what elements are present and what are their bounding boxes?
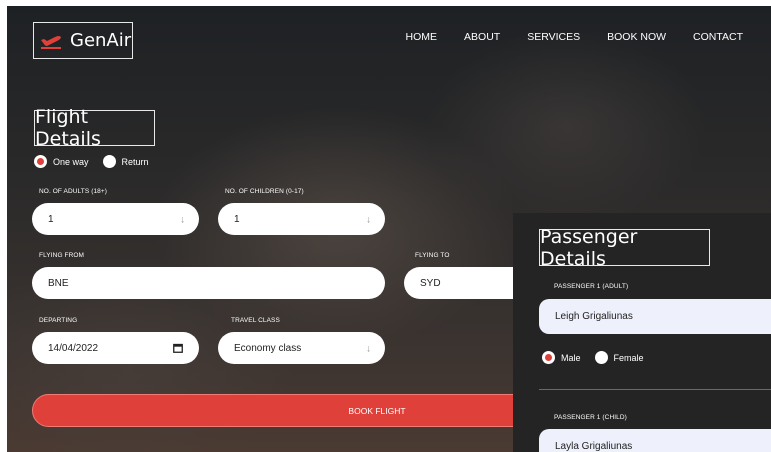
adults-label: NO. OF ADULTS (18+) (39, 188, 108, 195)
travel-class-value: Economy class (234, 342, 302, 354)
female-radio[interactable] (594, 351, 608, 364)
flight-details-title: Flight Details (34, 106, 155, 150)
calendar-icon[interactable] (173, 343, 183, 353)
nav-book-now[interactable]: BOOK NOW (607, 31, 666, 43)
male-radio[interactable] (542, 351, 555, 364)
nav-about[interactable]: ABOUT (464, 31, 500, 43)
trip-type-group: One way Return (34, 155, 163, 168)
travel-class-select[interactable]: Economy class ↓ (218, 332, 385, 364)
flying-from-value: BNE (48, 277, 69, 289)
one-way-label: One way (53, 156, 89, 167)
flying-to-label: FLYING TO (415, 252, 450, 259)
flying-from-input[interactable]: BNE (32, 267, 385, 299)
adults-select[interactable]: 1 ↓ (32, 203, 199, 235)
arrow-down-icon: ↓ (366, 343, 371, 355)
departing-date-input[interactable]: 14/04/2022 (32, 332, 199, 364)
adults-value: 1 (48, 213, 54, 225)
book-flight-label: BOOK FLIGHT (348, 405, 406, 416)
arrow-down-icon: ↓ (366, 214, 371, 226)
one-way-radio[interactable] (34, 155, 47, 168)
children-label: NO. OF CHILDREN (0-17) (225, 188, 304, 195)
passenger-adult-label: PASSENGER 1 (ADULT) (554, 283, 629, 290)
passenger-child-label: PASSENGER 1 (CHILD) (554, 414, 627, 421)
children-select[interactable]: 1 ↓ (218, 203, 385, 235)
passenger-child-input[interactable]: Layla Grigaliunas (539, 429, 771, 452)
brand-name: GenAir (70, 30, 132, 51)
departing-value: 14/04/2022 (48, 342, 99, 354)
airplane-takeoff-icon (41, 35, 61, 49)
hero-background: GenAir HOME ABOUT SERVICES BOOK NOW CONT… (7, 6, 771, 452)
travel-class-label: TRAVEL CLASS (231, 317, 280, 324)
flying-to-input[interactable]: SYD (404, 267, 524, 299)
male-label: Male (561, 352, 581, 363)
nav-home[interactable]: HOME (406, 31, 438, 43)
main-nav: HOME ABOUT SERVICES BOOK NOW CONTACT (406, 31, 743, 43)
passenger-details-title: Passenger Details (539, 226, 710, 270)
return-label: Return (121, 156, 149, 167)
return-radio[interactable] (102, 155, 116, 168)
passenger-child-value: Layla Grigaliunas (555, 441, 633, 452)
divider (539, 389, 771, 390)
flying-to-value: SYD (420, 277, 441, 289)
nav-services[interactable]: SERVICES (527, 31, 580, 43)
passenger-adult-value: Leigh Grigaliunas (555, 311, 633, 322)
flying-from-label: FLYING FROM (39, 252, 85, 259)
children-value: 1 (234, 213, 240, 225)
female-label: Female (613, 352, 644, 363)
arrow-down-icon: ↓ (180, 214, 185, 226)
nav-contact[interactable]: CONTACT (693, 31, 743, 43)
passenger-adult-input[interactable]: Leigh Grigaliunas (539, 299, 771, 334)
departing-label: DEPARTING (39, 317, 78, 324)
gender-group: Male Female (542, 351, 658, 364)
passenger-details-panel: Passenger Details PASSENGER 1 (ADULT) Le… (513, 213, 771, 452)
logo[interactable]: GenAir (33, 22, 133, 59)
